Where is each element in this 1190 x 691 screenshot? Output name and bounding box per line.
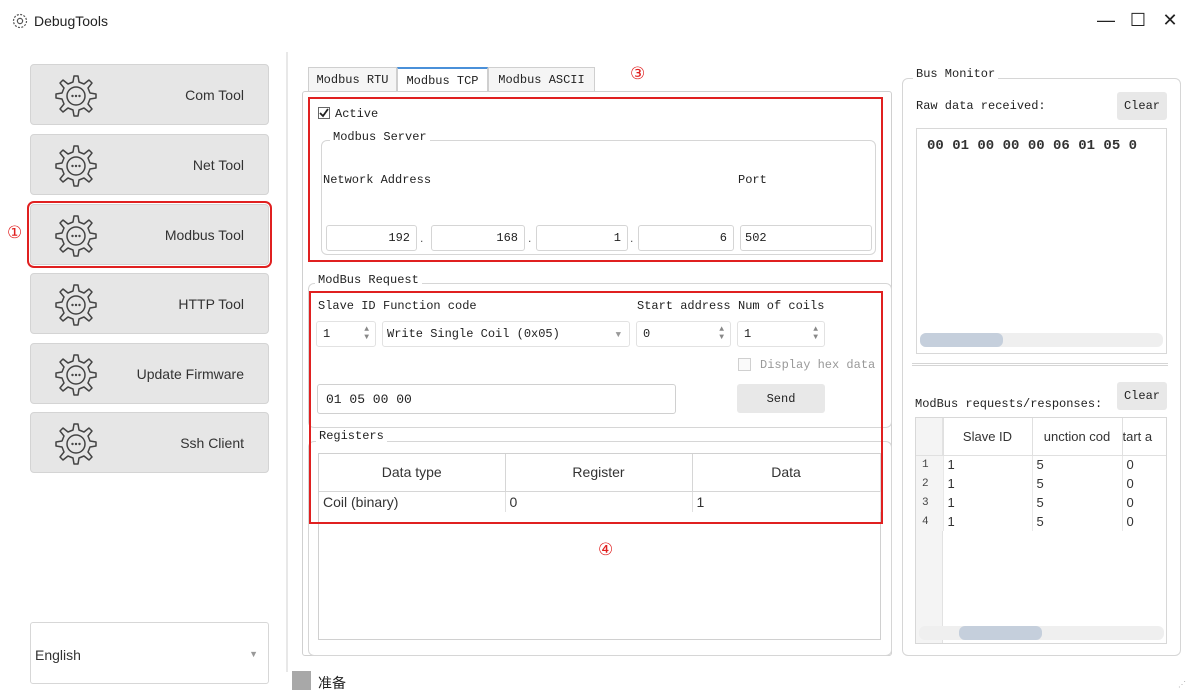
window-title: DebugTools (34, 13, 108, 29)
chevron-down-icon: ▼ (249, 649, 258, 659)
raw-data-text: 00 01 00 00 00 06 01 05 0 (927, 138, 1138, 154)
cell-function-code[interactable]: 5 (1032, 493, 1123, 512)
sidebar-item-ssh-client[interactable]: Ssh Client (30, 412, 269, 473)
gear-chat-icon (55, 284, 97, 326)
column-header-function-code[interactable]: unction cod (1032, 418, 1123, 456)
scrollbar-thumb[interactable] (920, 333, 1003, 347)
gear-chat-icon (55, 354, 97, 396)
highlight-box-server (308, 97, 883, 262)
column-header-start-address[interactable]: tart a (1122, 418, 1166, 456)
requests-table[interactable]: Slave ID unction cod tart a 115021503150… (915, 417, 1167, 644)
cell-start-address[interactable]: 0 (1122, 455, 1166, 474)
horizontal-scrollbar[interactable] (920, 333, 1163, 347)
tab-modbus-ascii[interactable]: Modbus ASCII (488, 67, 595, 92)
row-number[interactable]: 4 (916, 512, 944, 531)
tab-modbus-rtu[interactable]: Modbus RTU (308, 67, 397, 92)
gear-chat-icon (55, 215, 97, 257)
language-value: English (35, 647, 81, 663)
app-gear-icon (12, 13, 28, 29)
sidebar-item-label: Net Tool (192, 156, 244, 173)
close-button[interactable]: ✕ (1150, 6, 1190, 34)
status-text: 准备 (318, 675, 346, 691)
splitter[interactable] (286, 52, 288, 672)
resize-grip-icon[interactable]: ⋰ (1178, 680, 1186, 689)
row-number[interactable]: 2 (916, 474, 944, 493)
modbus-request-title: ModBus Request (315, 273, 422, 287)
raw-data-label: Raw data received: (916, 99, 1046, 113)
sidebar-item-label: HTTP Tool (178, 295, 244, 312)
sidebar-item-com-tool[interactable]: Com Tool (30, 64, 269, 125)
cell-function-code[interactable]: 5 (1032, 455, 1123, 474)
gear-chat-icon (55, 145, 97, 187)
annotation-marker-1: ① (7, 223, 23, 243)
cell-slave-id[interactable]: 1 (943, 474, 1033, 493)
gear-chat-icon (55, 75, 97, 117)
cell-start-address[interactable]: 0 (1122, 474, 1166, 493)
sidebar-item-http-tool[interactable]: HTTP Tool (30, 273, 269, 334)
gear-chat-icon (55, 423, 97, 465)
tab-modbus-tcp[interactable]: Modbus TCP (397, 67, 488, 93)
cell-function-code[interactable]: 5 (1032, 474, 1123, 493)
table-row[interactable]: 4150 (916, 512, 1166, 531)
cell-slave-id[interactable]: 1 (943, 493, 1033, 512)
clear-raw-button[interactable]: Clear (1117, 92, 1167, 120)
raw-data-view[interactable]: 00 01 00 00 00 06 01 05 0 (916, 128, 1167, 354)
cell-slave-id[interactable]: 1 (943, 512, 1033, 531)
bus-monitor-title: Bus Monitor (913, 67, 999, 81)
row-number[interactable]: 1 (916, 455, 944, 474)
clear-requests-button[interactable]: Clear (1117, 382, 1167, 410)
sidebar-item-update-firmware[interactable]: Update Firmware (30, 343, 269, 404)
sidebar-item-label: Update Firmware (136, 365, 244, 382)
language-select[interactable]: English ▼ (30, 622, 269, 684)
requests-label: ModBus requests/responses: (915, 397, 1103, 411)
cell-start-address[interactable]: 0 (1122, 493, 1166, 512)
sidebar-item-label: Com Tool (185, 86, 244, 103)
cell-slave-id[interactable]: 1 (943, 455, 1033, 474)
cell-function-code[interactable]: 5 (1032, 512, 1123, 531)
row-number[interactable]: 3 (916, 493, 944, 512)
table-row[interactable]: 2150 (916, 474, 1166, 493)
annotation-marker-4: ④ (598, 540, 614, 560)
sidebar-item-label: Modbus Tool (164, 226, 244, 243)
horizontal-scrollbar[interactable] (919, 626, 1164, 640)
sidebar-item-modbus-tool[interactable]: Modbus Tool (27, 201, 272, 268)
table-row[interactable]: 3150 (916, 493, 1166, 512)
column-header-slave-id[interactable]: Slave ID (943, 418, 1033, 456)
table-row[interactable]: 1150 (916, 455, 1166, 474)
status-indicator (292, 671, 311, 690)
sidebar-item-net-tool[interactable]: Net Tool (30, 134, 269, 195)
highlight-box-request (309, 291, 883, 524)
splitter-handle[interactable] (912, 363, 1168, 366)
sidebar-item-label: Ssh Client (180, 434, 244, 451)
cell-start-address[interactable]: 0 (1122, 512, 1166, 531)
annotation-marker-3: ③ (630, 64, 646, 84)
corner-header[interactable] (916, 418, 944, 456)
scrollbar-thumb[interactable] (959, 626, 1043, 640)
